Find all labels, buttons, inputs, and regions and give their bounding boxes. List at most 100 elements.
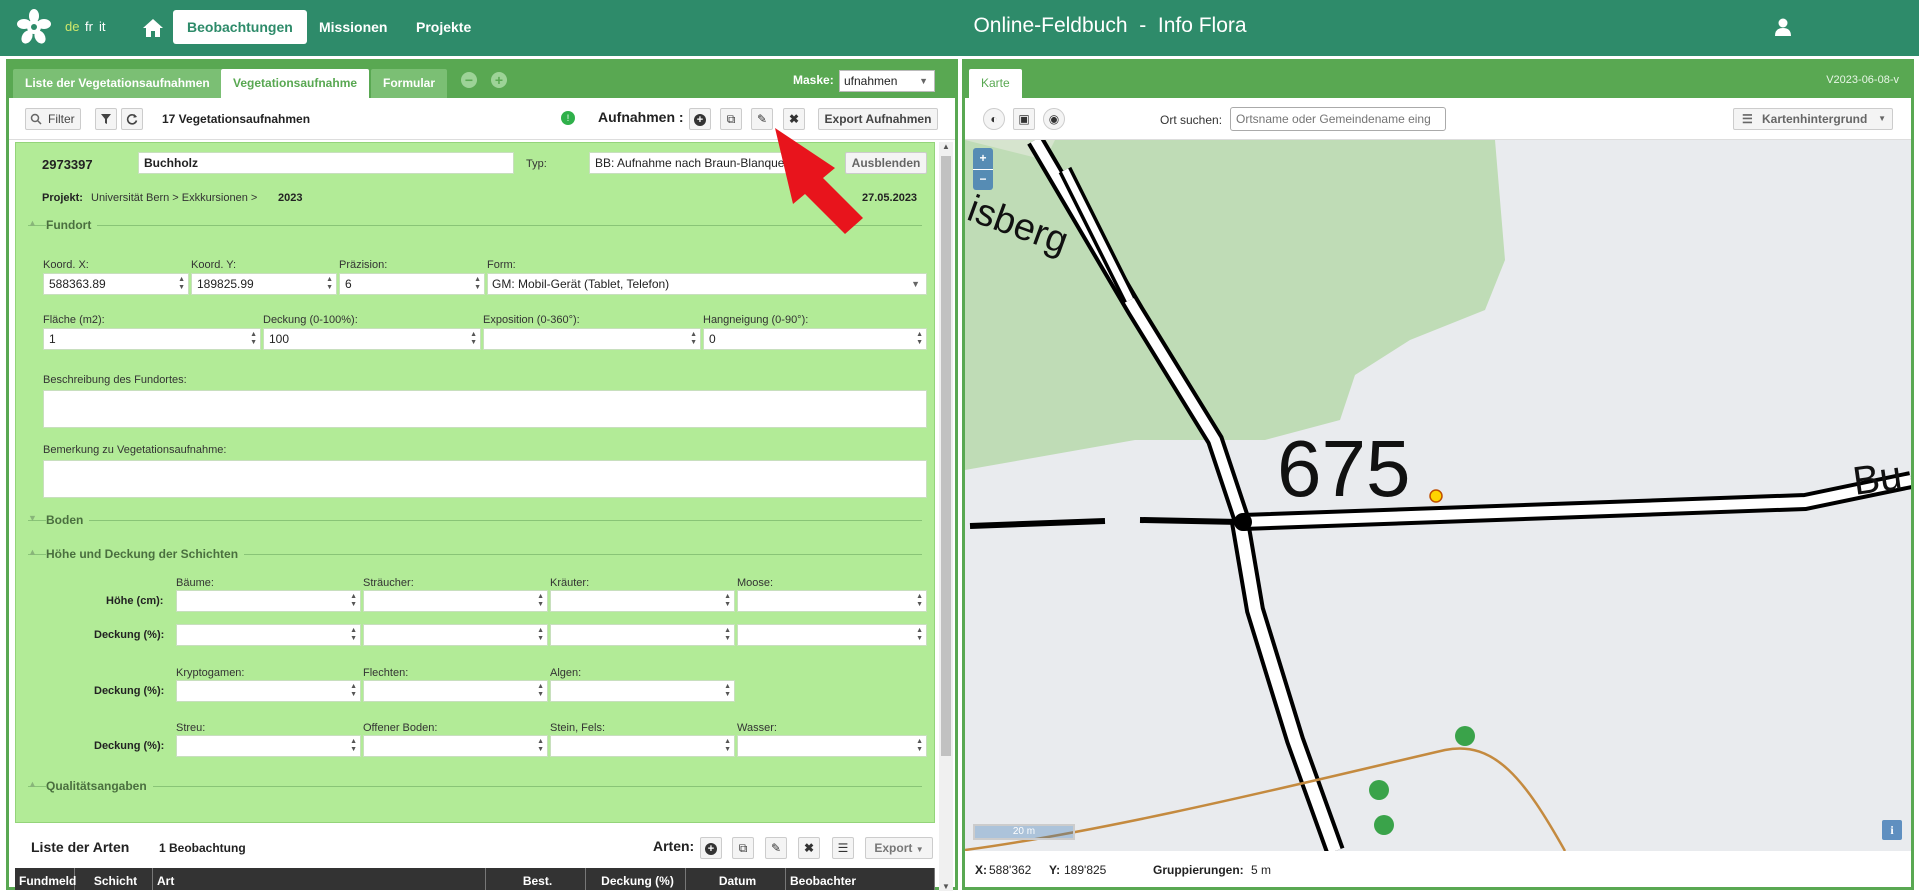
locate-button[interactable]: ◉	[1043, 108, 1065, 130]
hoehe-kraeuter-input[interactable]: ▲ ▼	[550, 590, 735, 612]
col-art[interactable]: Art	[153, 868, 486, 890]
info-button[interactable]: i	[1882, 820, 1902, 840]
filter-button[interactable]: Filter	[25, 108, 81, 130]
deckung-kraeuter-input[interactable]: ▲ ▼	[550, 624, 735, 646]
stepper-icon[interactable]: ▲ ▼	[326, 276, 333, 292]
add-aufnahme-button[interactable]: +	[689, 108, 711, 130]
nav-missionen[interactable]: Missionen	[305, 10, 401, 44]
map-image-button[interactable]: ▣	[1013, 108, 1035, 130]
export-arten-button[interactable]: Export ▼	[865, 837, 933, 859]
collapse-tab-icon[interactable]: −	[461, 72, 477, 88]
section-schichten[interactable]: ▲ Höhe und Deckung der Schichten	[28, 547, 922, 561]
hoehe-straeucher-input[interactable]: ▲ ▼	[363, 590, 548, 612]
col-schicht[interactable]: Schicht	[75, 868, 153, 890]
zoom-in-button[interactable]: +	[973, 148, 993, 169]
exposition-input[interactable]: ▲ ▼	[483, 328, 701, 350]
bemerkung-textarea[interactable]	[43, 460, 927, 498]
stepper-icon[interactable]: ▲ ▼	[470, 331, 477, 347]
col-best[interactable]: Best.	[486, 868, 586, 890]
stepper-icon[interactable]: ▲ ▼	[916, 593, 923, 609]
hangneigung-input[interactable]: 0 ▲ ▼	[703, 328, 927, 350]
form-select[interactable]: GM: Mobil-Gerät (Tablet, Telefon) ▼	[487, 273, 927, 295]
deckung-straeucher-input[interactable]: ▲ ▼	[363, 624, 548, 646]
hoehe-moose-input[interactable]: ▲ ▼	[737, 590, 927, 612]
deckung-kryptogamen-input[interactable]: ▲ ▼	[176, 680, 361, 702]
col-deckung[interactable]: Deckung (%)	[586, 868, 686, 890]
deckung-baeume-input[interactable]: ▲ ▼	[176, 624, 361, 646]
stepper-icon[interactable]: ▲ ▼	[350, 593, 357, 609]
deckung-streu-input[interactable]: ▲ ▼	[176, 735, 361, 757]
kartenhintergrund-button[interactable]: ☰ Kartenhintergrund ▼	[1733, 108, 1893, 130]
col-beobachter[interactable]: Beobachter	[786, 868, 935, 890]
lang-it[interactable]: it	[99, 19, 106, 34]
flaeche-input[interactable]: 1 ▲ ▼	[43, 328, 261, 350]
record-name-input[interactable]: Buchholz	[138, 152, 514, 174]
deckung-algen-input[interactable]: ▲ ▼	[550, 680, 735, 702]
stepper-icon[interactable]: ▲ ▼	[916, 738, 923, 754]
section-qualitaet[interactable]: ▲ Qualitätsangaben	[28, 779, 922, 793]
stepper-icon[interactable]: ▲ ▼	[724, 627, 731, 643]
stepper-icon[interactable]: ▲ ▼	[916, 331, 923, 347]
edit-art-button[interactable]: ✎	[765, 837, 787, 859]
stepper-icon[interactable]: ▲ ▼	[178, 276, 185, 292]
add-tab-icon[interactable]: +	[491, 72, 507, 88]
nav-beobachtungen[interactable]: Beobachtungen	[173, 10, 307, 44]
zoom-out-button[interactable]: −	[973, 169, 993, 190]
tab-karte[interactable]: Karte	[969, 69, 1022, 98]
info-flora-logo-icon[interactable]	[16, 9, 52, 45]
stepper-icon[interactable]: ▲ ▼	[537, 738, 544, 754]
stepper-icon[interactable]: ▲ ▼	[537, 593, 544, 609]
scrollbar-thumb[interactable]	[941, 156, 951, 756]
tab-formular[interactable]: Formular	[371, 69, 448, 98]
section-boden[interactable]: ▼ Boden	[28, 513, 922, 527]
stepper-icon[interactable]: ▲ ▼	[537, 683, 544, 699]
nav-projekte[interactable]: Projekte	[402, 10, 485, 44]
ort-search-input[interactable]	[1230, 107, 1446, 131]
observation-location-marker[interactable]	[1429, 489, 1443, 503]
map-layer-button[interactable]: ◐	[983, 108, 1005, 130]
map-view[interactable]: isberg 675 Bu + − 20 m i	[965, 140, 1911, 851]
col-fundmeld[interactable]: Fundmeld	[15, 868, 76, 890]
stepper-icon[interactable]: ▲ ▼	[690, 331, 697, 347]
deckung-input[interactable]: 100 ▲ ▼	[263, 328, 481, 350]
home-icon[interactable]	[142, 17, 164, 39]
stepper-icon[interactable]: ▲ ▼	[474, 276, 481, 292]
deckung-moose-input[interactable]: ▲ ▼	[737, 624, 927, 646]
map-canvas[interactable]: isberg 675 Bu	[965, 140, 1911, 851]
stepper-icon[interactable]: ▲ ▼	[350, 627, 357, 643]
stepper-icon[interactable]: ▲ ▼	[350, 683, 357, 699]
deckung-stein-fels-input[interactable]: ▲ ▼	[550, 735, 735, 757]
stepper-icon[interactable]: ▲ ▼	[916, 627, 923, 643]
deckung-wasser-input[interactable]: ▲ ▼	[737, 735, 927, 757]
scroll-down-icon[interactable]: ▼	[942, 882, 950, 891]
stepper-icon[interactable]: ▲ ▼	[724, 593, 731, 609]
refresh-button[interactable]	[121, 108, 143, 130]
maske-select[interactable]: ufnahmen ▼	[839, 70, 935, 92]
stepper-icon[interactable]: ▲ ▼	[250, 331, 257, 347]
koordy-input[interactable]: 189825.99 ▲ ▼	[191, 273, 337, 295]
stepper-icon[interactable]: ▲ ▼	[724, 738, 731, 754]
stepper-icon[interactable]: ▲ ▼	[724, 683, 731, 699]
user-icon[interactable]	[1773, 17, 1793, 37]
beschreibung-textarea[interactable]	[43, 390, 927, 428]
funnel-filter-button[interactable]	[95, 108, 117, 130]
tab-liste-vegetationsaufnahmen[interactable]: Liste der Vegetationsaufnahmen	[13, 69, 222, 98]
typ-input[interactable]: BB: Aufnahme nach Braun-Blanquet	[589, 152, 789, 174]
deckung-offener-boden-input[interactable]: ▲ ▼	[363, 735, 548, 757]
lang-de[interactable]: de	[65, 19, 79, 34]
scroll-up-icon[interactable]: ▲	[942, 142, 950, 151]
tab-vegetationsaufnahme[interactable]: Vegetationsaufnahme	[221, 69, 370, 98]
form-scrollbar[interactable]: ▲ ▼	[939, 142, 953, 891]
copy-aufnahme-button[interactable]: ⧉	[720, 108, 742, 130]
col-datum[interactable]: Datum	[686, 868, 786, 890]
hoehe-baeume-input[interactable]: ▲ ▼	[176, 590, 361, 612]
lang-fr[interactable]: fr	[85, 19, 93, 34]
koordx-input[interactable]: 588363.89 ▲ ▼	[43, 273, 189, 295]
deckung-flechten-input[interactable]: ▲ ▼	[363, 680, 548, 702]
stepper-icon[interactable]: ▲ ▼	[350, 738, 357, 754]
copy-art-button[interactable]: ⧉	[732, 837, 754, 859]
delete-art-button[interactable]: ✖	[798, 837, 820, 859]
list-view-button[interactable]: ☰	[832, 837, 854, 859]
add-art-button[interactable]: +	[700, 837, 722, 859]
stepper-icon[interactable]: ▲ ▼	[537, 627, 544, 643]
